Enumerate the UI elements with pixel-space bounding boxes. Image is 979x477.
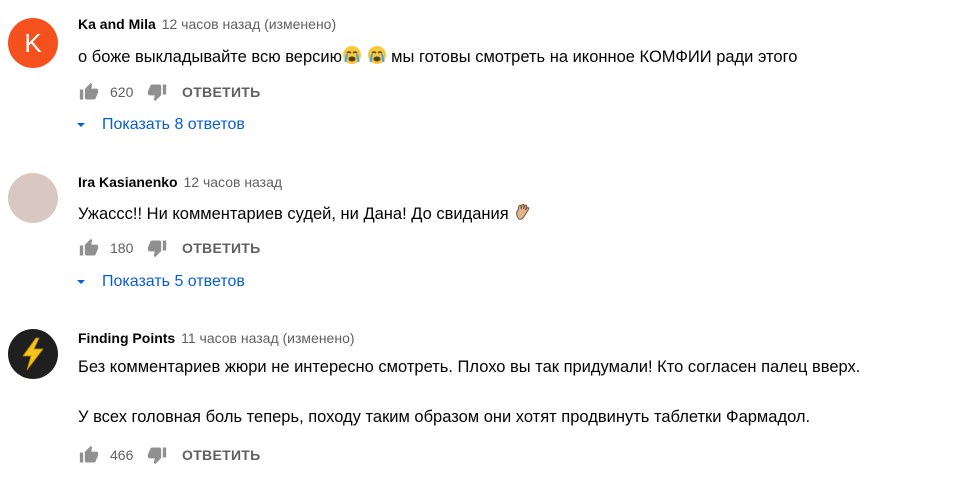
comment-time[interactable]: 12 часов назад — [184, 174, 283, 190]
like-icon[interactable] — [78, 444, 100, 466]
like-icon[interactable] — [78, 81, 100, 103]
comment-toolbar: 466 ОТВЕТИТЬ — [78, 443, 261, 467]
comment-text-line: Без комментариев жюри не интересно смотр… — [78, 358, 861, 376]
show-replies-label: Показать 5 ответов — [102, 273, 245, 290]
dislike-icon[interactable] — [146, 444, 168, 466]
crying-face-icon — [367, 45, 387, 70]
dislike-icon[interactable] — [146, 237, 168, 259]
comment-author[interactable]: Ka and Mila — [78, 16, 156, 32]
caret-down-icon — [77, 280, 85, 284]
avatar[interactable]: K — [8, 18, 58, 68]
lightning-bolt-icon — [22, 337, 44, 371]
comment-text-part: Ужассс!! Ни комментариев судей, ни Дана!… — [78, 205, 514, 223]
like-count: 466 — [110, 447, 134, 463]
comment-author[interactable]: Finding Points — [78, 330, 175, 346]
like-count: 620 — [110, 84, 134, 100]
comment-header: Finding Points 11 часов назад (изменено) — [78, 330, 355, 346]
avatar[interactable] — [8, 173, 58, 223]
caret-down-icon — [77, 123, 85, 127]
comment-header: Ira Kasianenko 12 часов назад — [78, 174, 282, 190]
comment-text: о боже выкладывайте всю версию мы готовы… — [78, 45, 797, 70]
crying-face-icon — [342, 45, 362, 70]
comment-header: Ka and Mila 12 часов назад (изменено) — [78, 16, 336, 32]
comment-text-line: У всех головная боль теперь, походу таки… — [78, 408, 811, 426]
comment-author[interactable]: Ira Kasianenko — [78, 174, 178, 190]
like-icon[interactable] — [78, 237, 100, 259]
comment-text-part: о боже выкладывайте всю версию — [78, 48, 342, 66]
avatar-letter: K — [24, 27, 42, 58]
comment-text: Ужассс!! Ни комментариев судей, ни Дана!… — [78, 202, 533, 227]
reply-button[interactable]: ОТВЕТИТЬ — [182, 447, 261, 463]
show-replies-button[interactable]: Показать 8 ответов — [74, 116, 245, 134]
comment-toolbar: 180 ОТВЕТИТЬ — [78, 236, 261, 260]
comment-toolbar: 620 ОТВЕТИТЬ — [78, 80, 261, 104]
comment-time[interactable]: 11 часов назад (изменено) — [181, 330, 354, 346]
comment-text-part: мы готовы смотреть на иконное КОМФИИ рад… — [386, 48, 798, 66]
waving-hand-icon — [513, 202, 533, 227]
reply-button[interactable]: ОТВЕТИТЬ — [182, 84, 261, 100]
avatar[interactable] — [8, 329, 58, 379]
reply-button[interactable]: ОТВЕТИТЬ — [182, 240, 261, 256]
dislike-icon[interactable] — [146, 81, 168, 103]
comment-time[interactable]: 12 часов назад (изменено) — [162, 16, 336, 32]
like-count: 180 — [110, 240, 134, 256]
show-replies-button[interactable]: Показать 5 ответов — [74, 273, 245, 291]
show-replies-label: Показать 8 ответов — [102, 116, 245, 133]
